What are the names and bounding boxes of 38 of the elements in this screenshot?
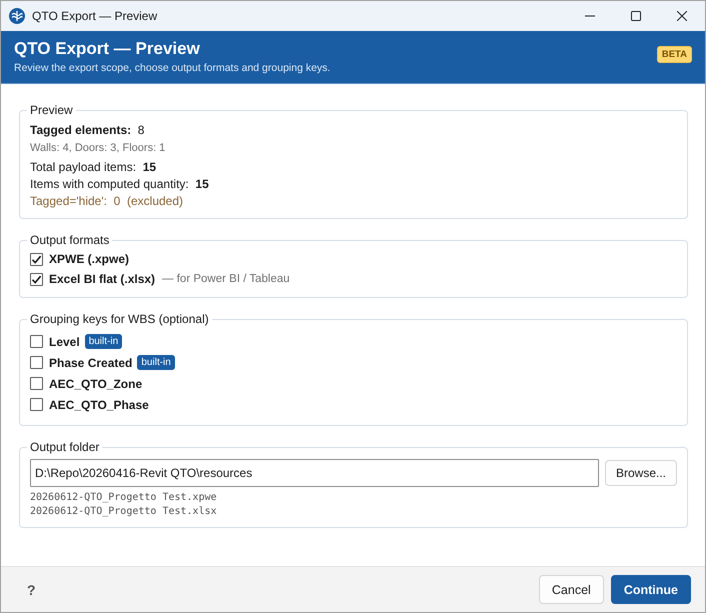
built-in-badge: built-in: [84, 334, 122, 349]
checkbox-label[interactable]: Phase Created: [49, 356, 132, 370]
checkbox-label[interactable]: AEC_QTO_Phase: [49, 398, 149, 412]
summary-text: Tagged elements: 8: [30, 122, 146, 139]
dialog-title: QTO Export — Preview: [14, 38, 201, 60]
beta-badge: BETA: [656, 46, 692, 63]
checkbox-label[interactable]: XPWE (.xpwe): [49, 252, 130, 266]
group-title: Output folder: [29, 440, 100, 454]
checkbox[interactable]: [30, 377, 43, 390]
checkbox-label[interactable]: Excel BI flat (.xlsx): [49, 272, 156, 286]
checkbox[interactable]: [30, 356, 43, 369]
checkbox[interactable]: [30, 272, 43, 286]
continue-button[interactable]: Continue: [610, 575, 691, 604]
output-file-name: 20260612-QTO_Progetto Test.xpwe: [30, 491, 218, 505]
browse-button[interactable]: Browse...: [604, 460, 677, 486]
checkbox[interactable]: [30, 252, 43, 266]
dialog-subtitle: Review the export scope, choose output formats and grouping keys.: [14, 61, 330, 76]
group-title: Preview: [29, 103, 74, 117]
count-text: Items with computed quantity: 15: [30, 176, 210, 193]
breakdown-text: Walls: 4, Doors: 3, Floors: 1: [30, 141, 166, 156]
close-icon: [677, 11, 687, 21]
checkbox-label[interactable]: AEC_QTO_Zone: [49, 376, 142, 390]
help-button[interactable]: ?: [23, 580, 40, 600]
count-text: Total payload items: 15: [30, 159, 158, 176]
excluded-text: Tagged='hide': 0 (excluded): [30, 193, 184, 210]
group-title: Grouping keys for WBS (optional): [29, 312, 210, 326]
output-file-name: 20260612-QTO_Progetto Test.xlsx: [30, 505, 218, 519]
window-title: QTO Export — Preview: [32, 9, 158, 23]
cancel-button[interactable]: Cancel: [538, 575, 604, 604]
group-title: Output formats: [29, 233, 110, 247]
checkbox-label[interactable]: Level: [49, 334, 80, 348]
checkbox[interactable]: [30, 398, 43, 411]
folder-path-field[interactable]: D:\Repo\20260416-Revit QTO\resources: [30, 459, 599, 487]
checkbox[interactable]: [30, 335, 43, 348]
built-in-badge: built-in: [137, 355, 175, 370]
maximize-icon: [631, 11, 641, 21]
app-icon: [9, 8, 25, 24]
format-note: — for Power BI / Tableau: [162, 273, 290, 285]
